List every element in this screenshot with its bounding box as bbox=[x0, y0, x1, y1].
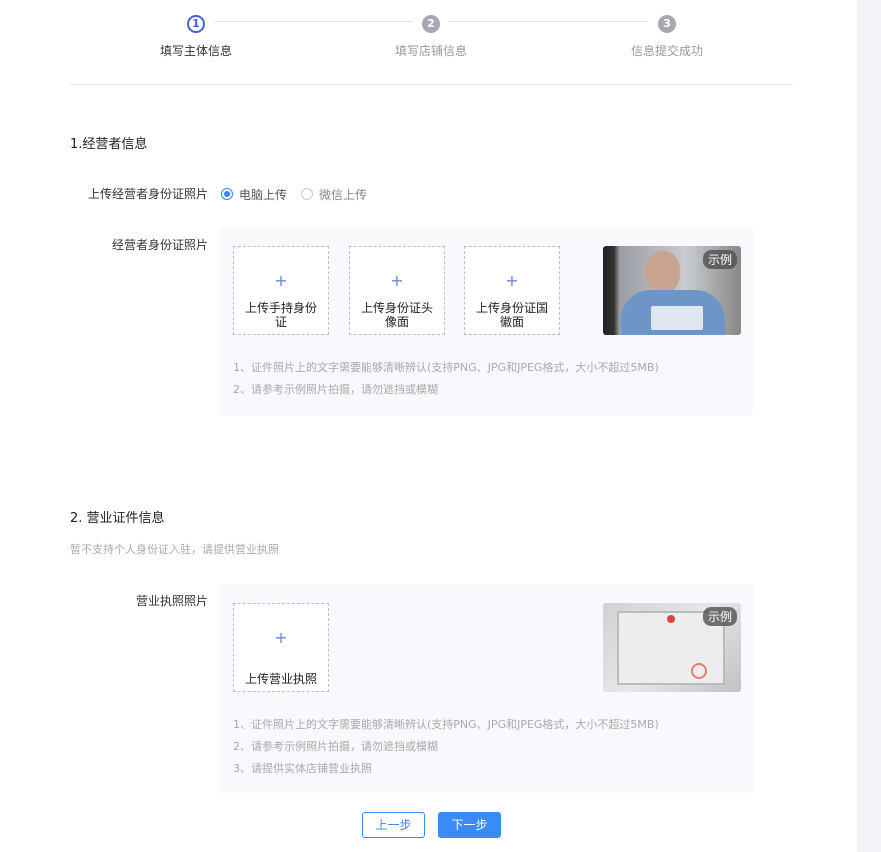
note: 1、证件照片上的文字需要能够清晰辨认(支持PNG、JPG和JPEG格式，大小不超… bbox=[233, 359, 659, 375]
step-connector bbox=[214, 21, 412, 22]
upload-label: 上传营业执照 bbox=[242, 672, 320, 686]
radio-label: 微信上传 bbox=[319, 186, 367, 203]
step-1-label: 填写主体信息 bbox=[136, 42, 256, 59]
radio-wechat-upload[interactable]: 微信上传 bbox=[301, 186, 381, 202]
right-scroll-area bbox=[857, 0, 881, 852]
upload-method-label: 上传经营者身份证照片 bbox=[68, 185, 208, 202]
id-card bbox=[651, 306, 703, 330]
section-2-subtitle: 暂不支持个人身份证入驻，请提供营业执照 bbox=[70, 541, 279, 557]
plus-icon: + bbox=[234, 628, 328, 647]
person-head bbox=[646, 251, 680, 293]
note: 1、证件照片上的文字需要能够清晰辨认(支持PNG、JPG和JPEG格式，大小不超… bbox=[233, 716, 659, 732]
emblem bbox=[667, 615, 675, 623]
upload-handheld-id[interactable]: + 上传手持身份证 bbox=[233, 246, 329, 335]
id-photo-label: 经营者身份证照片 bbox=[68, 236, 208, 253]
prev-step-button[interactable]: 上一步 bbox=[362, 812, 425, 838]
upload-label: 上传身份证头像面 bbox=[358, 301, 436, 329]
radio-checked-icon bbox=[221, 188, 233, 200]
plus-icon: + bbox=[234, 271, 328, 290]
section-2-title: 2. 营业证件信息 bbox=[70, 507, 165, 526]
plus-icon: + bbox=[350, 271, 444, 290]
radio-label: 电脑上传 bbox=[239, 186, 287, 203]
upload-label: 上传身份证国徽面 bbox=[473, 301, 551, 329]
upload-label: 上传手持身份证 bbox=[242, 301, 320, 329]
note: 2、请参考示例照片拍摄，请勿遮挡或模糊 bbox=[233, 381, 438, 397]
radio-computer-upload[interactable]: 电脑上传 bbox=[221, 186, 301, 202]
step-3-label: 信息提交成功 bbox=[607, 42, 727, 59]
sample-tag: 示例 bbox=[703, 250, 737, 269]
seal bbox=[691, 663, 707, 679]
next-step-button[interactable]: 下一步 bbox=[438, 812, 501, 838]
divider bbox=[70, 84, 793, 85]
section-1-title: 1.经营者信息 bbox=[70, 133, 147, 152]
note: 2、请参考示例照片拍摄，请勿遮挡或模糊 bbox=[233, 738, 438, 754]
step-connector bbox=[448, 21, 648, 22]
step-2-label: 填写店铺信息 bbox=[371, 42, 491, 59]
note: 3、请提供实体店铺营业执照 bbox=[233, 760, 372, 776]
upload-id-front[interactable]: + 上传身份证头像面 bbox=[349, 246, 445, 335]
step-2-circle: 2 bbox=[422, 15, 440, 33]
step-3-circle: 3 bbox=[658, 15, 676, 33]
upload-business-license[interactable]: + 上传营业执照 bbox=[233, 603, 329, 692]
upload-id-back[interactable]: + 上传身份证国徽面 bbox=[464, 246, 560, 335]
sample-tag: 示例 bbox=[703, 607, 737, 626]
plus-icon: + bbox=[465, 271, 559, 290]
radio-unchecked-icon bbox=[301, 188, 313, 200]
license-photo-label: 营业执照照片 bbox=[68, 592, 208, 609]
license-sample-image[interactable]: 示例 bbox=[603, 603, 741, 692]
id-sample-image[interactable]: 示例 bbox=[603, 246, 741, 335]
step-1-circle: 1 bbox=[187, 15, 205, 33]
